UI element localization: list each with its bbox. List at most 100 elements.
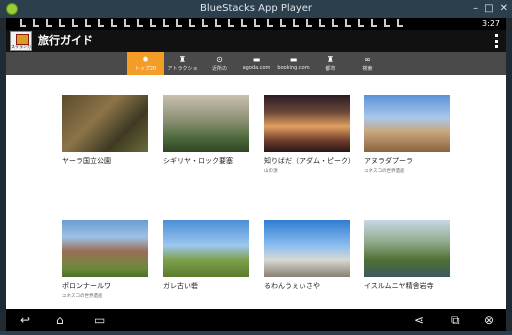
download-icon bbox=[46, 19, 52, 27]
attraction-title: アヌラダプーラ bbox=[364, 157, 413, 165]
app-logo-text: スリランカ bbox=[11, 44, 31, 49]
tab-label: アトラクショ bbox=[167, 66, 198, 72]
attraction-photo[interactable] bbox=[62, 95, 148, 152]
attraction-title: 知りばだ（アダム・ピーク） bbox=[264, 157, 355, 165]
attraction-title: ヤーラ国立公園 bbox=[62, 157, 111, 165]
binoculars-icon: ∞ bbox=[364, 55, 371, 64]
download-icon bbox=[85, 19, 91, 27]
download-icon bbox=[150, 19, 156, 27]
attraction-photo[interactable] bbox=[163, 95, 249, 152]
app-action-bar: スリランカ 旅行ガイド bbox=[6, 30, 506, 52]
download-icon bbox=[332, 19, 338, 27]
tab-bar: ✹ トップ20 ♜ アトラクショ ⊙ 近所の ▬ agoda.com ▬ booking.com ♜… bbox=[6, 52, 506, 75]
attraction-card[interactable]: シギリヤ・ロック要塞 bbox=[163, 95, 249, 167]
download-icon bbox=[384, 19, 390, 27]
tab-label: トップ20 bbox=[134, 66, 157, 72]
bed-icon: ▬ bbox=[289, 55, 298, 64]
location-icon: ⊙ bbox=[216, 55, 223, 64]
attraction-photo[interactable] bbox=[364, 220, 450, 277]
download-icon bbox=[241, 19, 247, 27]
window-title: BlueStacks App Player bbox=[199, 3, 313, 14]
download-icon bbox=[358, 19, 364, 27]
attraction-title: ガレ古い砦 bbox=[163, 282, 198, 290]
window-bottom-border bbox=[0, 331, 512, 335]
app-title: 旅行ガイド bbox=[38, 34, 93, 47]
download-icon bbox=[176, 19, 182, 27]
download-icon bbox=[228, 19, 234, 27]
attraction-card[interactable]: ポロンナールワ ユネスコの世界遺産 bbox=[62, 220, 148, 299]
attraction-card[interactable]: 知りばだ（アダム・ピーク） 山の頂 bbox=[264, 95, 355, 174]
android-navigation-bar: ↩ ⌂ ▭ ⋖ ⧉ ⊗ bbox=[6, 309, 506, 331]
attraction-grid: ヤーラ国立公園 シギリヤ・ロック要塞 知りばだ（アダム・ピーク） 山の頂 アヌラダプーラ… bbox=[6, 75, 506, 309]
download-icon bbox=[163, 19, 169, 27]
attraction-photo[interactable] bbox=[264, 95, 350, 152]
bluestacks-logo-icon bbox=[6, 3, 18, 15]
tab-label: booking.com bbox=[277, 65, 310, 71]
rotate-icon[interactable]: ⧉ bbox=[451, 312, 460, 328]
attraction-photo[interactable] bbox=[163, 220, 249, 277]
download-icon bbox=[33, 19, 39, 27]
download-icon bbox=[98, 19, 104, 27]
person-icon: ♜ bbox=[178, 55, 187, 64]
tab-label: 都市 bbox=[325, 66, 336, 72]
tab-3[interactable]: ▬ agoda.com bbox=[238, 52, 275, 75]
attraction-title: るわんうぇぃさや bbox=[264, 282, 320, 290]
minimize-icon[interactable]: – bbox=[473, 2, 478, 16]
attraction-title: ポロンナールワ bbox=[62, 282, 111, 290]
tab-label: agoda.com bbox=[242, 65, 271, 71]
attraction-card[interactable]: るわんうぇぃさや bbox=[264, 220, 350, 292]
download-icon bbox=[267, 19, 273, 27]
attraction-title: イスルムニヤ精舎岩寺 bbox=[364, 282, 434, 290]
app-logo[interactable]: スリランカ bbox=[10, 31, 32, 51]
close-window-icon[interactable]: ✕ bbox=[500, 2, 508, 16]
download-icon bbox=[280, 19, 286, 27]
bed-icon: ▬ bbox=[252, 55, 261, 64]
back-icon[interactable]: ↩ bbox=[20, 312, 30, 328]
download-icon bbox=[189, 19, 195, 27]
tab-2[interactable]: ⊙ 近所の bbox=[201, 52, 238, 75]
attraction-card[interactable]: アヌラダプーラ ユネスコの世界遺産 bbox=[364, 95, 450, 174]
download-icon bbox=[319, 19, 325, 27]
download-icon bbox=[293, 19, 299, 27]
download-icon bbox=[59, 19, 65, 27]
tab-1[interactable]: ♜ アトラクショ bbox=[164, 52, 201, 75]
attraction-card[interactable]: ガレ古い砦 bbox=[163, 220, 249, 292]
attraction-photo[interactable] bbox=[62, 220, 148, 277]
recent-apps-icon[interactable]: ▭ bbox=[94, 312, 105, 328]
download-icon bbox=[124, 19, 130, 27]
tab-4[interactable]: ▬ booking.com bbox=[275, 52, 312, 75]
home-icon[interactable]: ⌂ bbox=[56, 312, 64, 328]
attraction-subtitle: ユネスコの世界遺産 bbox=[364, 169, 405, 174]
download-icon bbox=[254, 19, 260, 27]
attraction-card[interactable]: イスルムニヤ精舎岩寺 bbox=[364, 220, 450, 292]
download-icon bbox=[202, 19, 208, 27]
download-icon bbox=[72, 19, 78, 27]
download-icon bbox=[215, 19, 221, 27]
download-icon bbox=[371, 19, 377, 27]
compass-icon: ✹ bbox=[142, 55, 149, 64]
tab-label: 検索 bbox=[362, 66, 373, 72]
download-icon bbox=[397, 19, 403, 27]
tab-6[interactable]: ∞ 検索 bbox=[349, 52, 386, 75]
attraction-photo[interactable] bbox=[364, 95, 450, 152]
notification-icons bbox=[20, 19, 403, 27]
tab-5[interactable]: ♜ 都市 bbox=[312, 52, 349, 75]
status-clock: 3:27 bbox=[482, 19, 500, 28]
close-app-icon[interactable]: ⊗ bbox=[484, 312, 494, 328]
overflow-menu-icon[interactable] bbox=[495, 34, 498, 48]
download-icon bbox=[306, 19, 312, 27]
android-status-bar: 3:27 bbox=[6, 18, 506, 30]
maximize-icon[interactable]: □ bbox=[484, 2, 493, 16]
share-icon[interactable]: ⋖ bbox=[414, 312, 424, 328]
tab-label: 近所の bbox=[211, 66, 227, 72]
download-icon bbox=[20, 19, 26, 27]
attraction-subtitle: 山の頂 bbox=[264, 169, 278, 174]
attraction-photo[interactable] bbox=[264, 220, 350, 277]
download-icon bbox=[345, 19, 351, 27]
window-title-bar: BlueStacks App Player – □ ✕ bbox=[0, 0, 512, 18]
attraction-card[interactable]: ヤーラ国立公園 bbox=[62, 95, 148, 167]
tab-0[interactable]: ✹ トップ20 bbox=[127, 52, 164, 75]
download-icon bbox=[137, 19, 143, 27]
attraction-subtitle: ユネスコの世界遺産 bbox=[62, 294, 103, 299]
attraction-title: シギリヤ・ロック要塞 bbox=[163, 157, 233, 165]
